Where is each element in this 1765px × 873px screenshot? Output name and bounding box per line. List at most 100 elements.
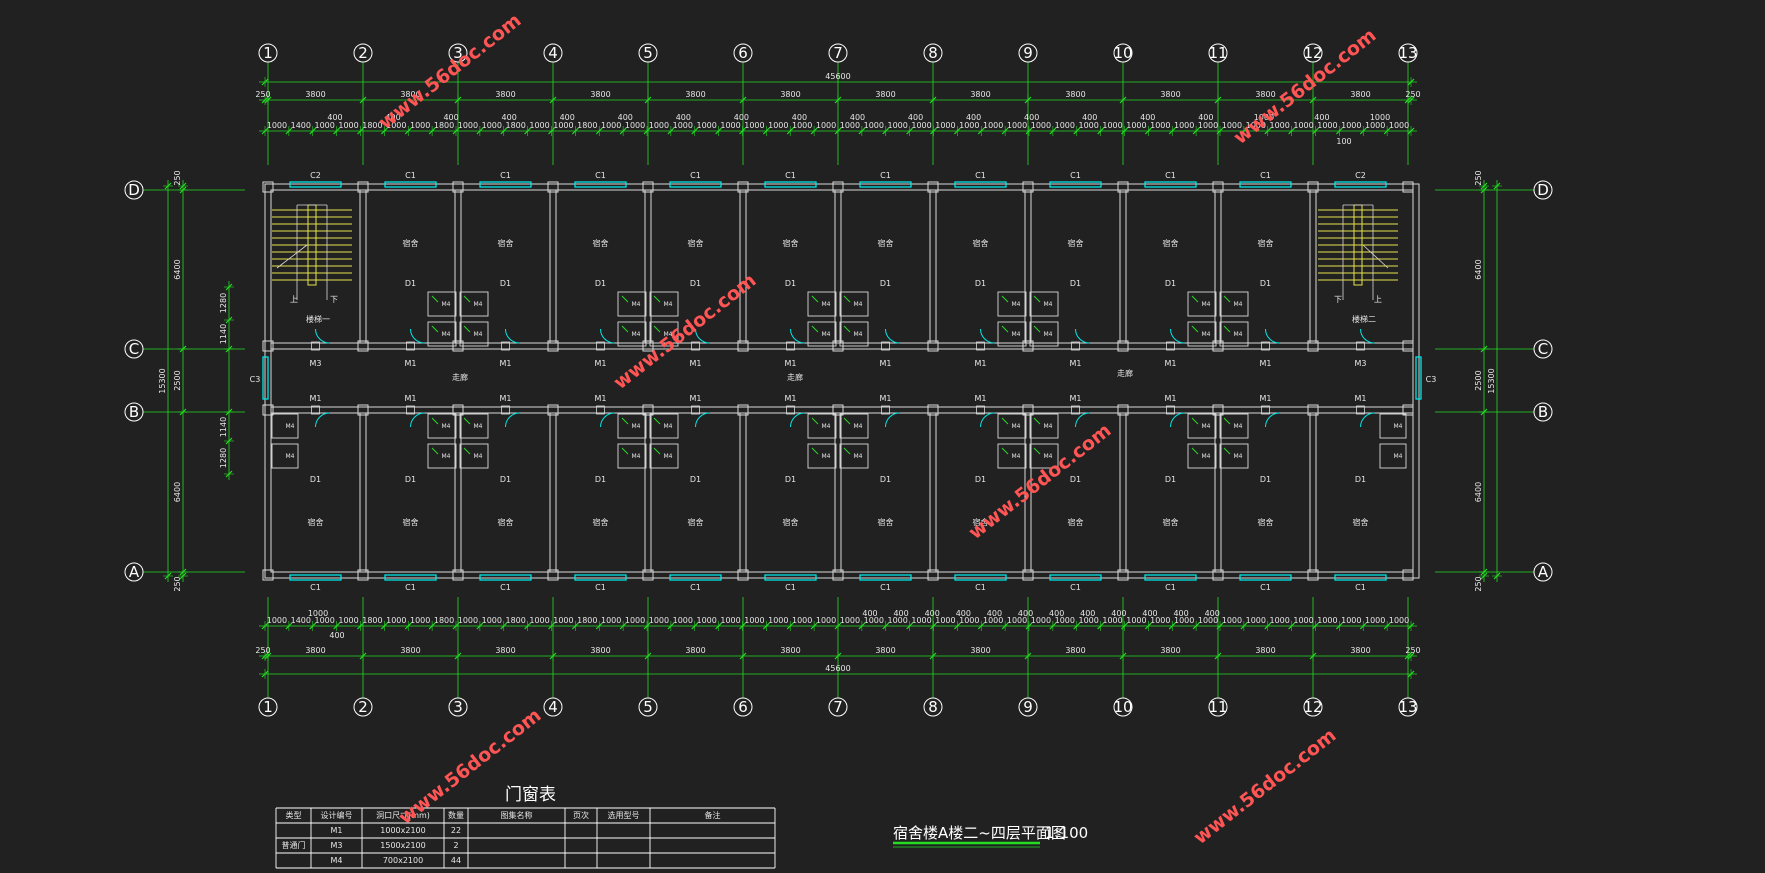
wc-fixture [621,447,629,455]
dimension-labels: 45600 45600 250 3800 3800 3800 3800 3800 3800 380… [158,72,1496,673]
detail-dim-bottom-label: 1000 [482,616,502,625]
axis-label: 1 [263,44,273,62]
span-dim-left-label: 2500 [173,370,182,390]
bay-dim-bottom-label: 250 [255,646,270,655]
wc-fixture [1191,447,1199,455]
door-tag: D1 [1070,475,1081,484]
wc-door-tag: M4 [854,423,863,430]
door-tag: M1 [1355,394,1367,403]
wc-door-tag: M4 [1202,453,1211,460]
detail-dim-bottom-label: 1800 [577,616,597,625]
bay-dim-top-label: 3800 [780,90,800,99]
window-tag: C1 [690,583,701,592]
door-tag: D1 [785,475,796,484]
detail-dim-bottom-label: 1000 [697,616,717,625]
dimension-lines [143,62,1534,698]
door-tag: D1 [500,475,511,484]
door-tag: M1 [405,359,417,368]
bay-dim-top-label: 3800 [970,90,990,99]
wc-door-tag: M4 [474,301,483,308]
detail-dim-top-label: 1000 [768,121,788,130]
wc-fixture [1191,325,1199,333]
wc-door-tag: M4 [822,423,831,430]
door-tag: M1 [595,359,607,368]
door-tag: D1 [975,279,986,288]
detail-dim-bottom-label: 1800 [434,616,454,625]
room-label: 宿舍 [308,517,324,527]
table-qty-cell: 44 [451,856,461,865]
detail-dim-left-label: 1140 [219,417,228,437]
wc-door-tag: M4 [442,331,451,338]
table-size-cell: 700x2100 [383,856,423,865]
window-tag: C1 [880,583,891,592]
bay-dim-bottom-label: 3800 [780,646,800,655]
axis-label: C [129,340,139,358]
wc-door-tag: M4 [854,331,863,338]
door-swing [980,328,995,344]
window-tag: C1 [1070,171,1081,180]
detail-dim-top-label: 1000 [649,121,669,130]
detail-dim-bottom-label: 1000 [649,616,669,625]
upper-dim-label: 400 [502,113,517,122]
door-swing [1265,328,1280,344]
table-header-cell: 设计编号 [321,810,353,820]
wc-door-tag: M4 [822,453,831,460]
axis-label: 9 [1023,44,1033,62]
room-label: 宿舍 [1258,517,1274,527]
wc-fixture [431,417,439,425]
bay-dim-top-label: 3800 [685,90,705,99]
detail-dim-top-label: 1000 [410,121,430,130]
table-header-cell: 选用型号 [608,810,640,820]
table-header-cell: 数量 [448,810,464,820]
door-swing [315,328,330,344]
upper-dim-label: 400 [966,113,981,122]
detail-dim-top-label: 1000 [792,121,812,130]
window-tag: C1 [310,583,321,592]
door-swing [505,328,520,344]
axis-label: 13 [1398,698,1417,716]
wc-fixture [1001,295,1009,303]
upper-dim-label: 1000 [1370,113,1390,122]
axis-label: B [1538,403,1548,421]
detail-dim-bottom-label: 1000 [601,616,621,625]
bottom-upper-label: 400 [925,609,940,618]
wc-door-tag: M4 [1394,423,1403,430]
upper-dim-label: 400 [1082,113,1097,122]
detail-dim-bottom-label: 1000 [1293,616,1313,625]
wc-fixture [1033,325,1041,333]
upper-dim-label: 400 [908,113,923,122]
axis-label: D [1537,181,1549,199]
upper-dim-label: 400 [850,113,865,122]
bay-dim-bottom-label: 3800 [685,646,705,655]
door-tag: D1 [880,279,891,288]
axis-label: 8 [928,44,938,62]
door-tag: M1 [975,394,987,403]
wc-fixture [843,417,851,425]
bay-dim-top-label: 3800 [495,90,515,99]
detail-dim-top-label: 1000 [816,121,836,130]
door-tag: M1 [1165,359,1177,368]
detail-dim-top-label: 1000 [935,121,955,130]
span-dim-left-label: 250 [173,170,182,185]
window-tag: C1 [975,583,986,592]
room-label: 宿舍 [1163,238,1179,248]
bottom-upper-label: 400 [956,609,971,618]
wc-fixture [1001,417,1009,425]
door-swing [790,412,805,428]
axis-label: D [128,181,140,199]
room-label: 宿舍 [498,517,514,527]
detail-dim-top-label: 1000 [1150,121,1170,130]
wc-fixture [811,417,819,425]
detail-dim-bottom-label: 1000 [1246,616,1266,625]
room-label: 宿舍 [783,238,799,248]
door-tag: M1 [405,394,417,403]
detail-dim-top-label: 1000 [553,121,573,130]
upper-dim-label: 400 [676,113,691,122]
axis-label: A [129,563,140,581]
detail-dim-top-label: 1800 [506,121,526,130]
door-swing [885,328,900,344]
door-tag: M1 [880,359,892,368]
table-size-cell: 1000x2100 [380,826,425,835]
wc-door-tag: M4 [1234,423,1243,430]
window-tag: C1 [880,171,891,180]
